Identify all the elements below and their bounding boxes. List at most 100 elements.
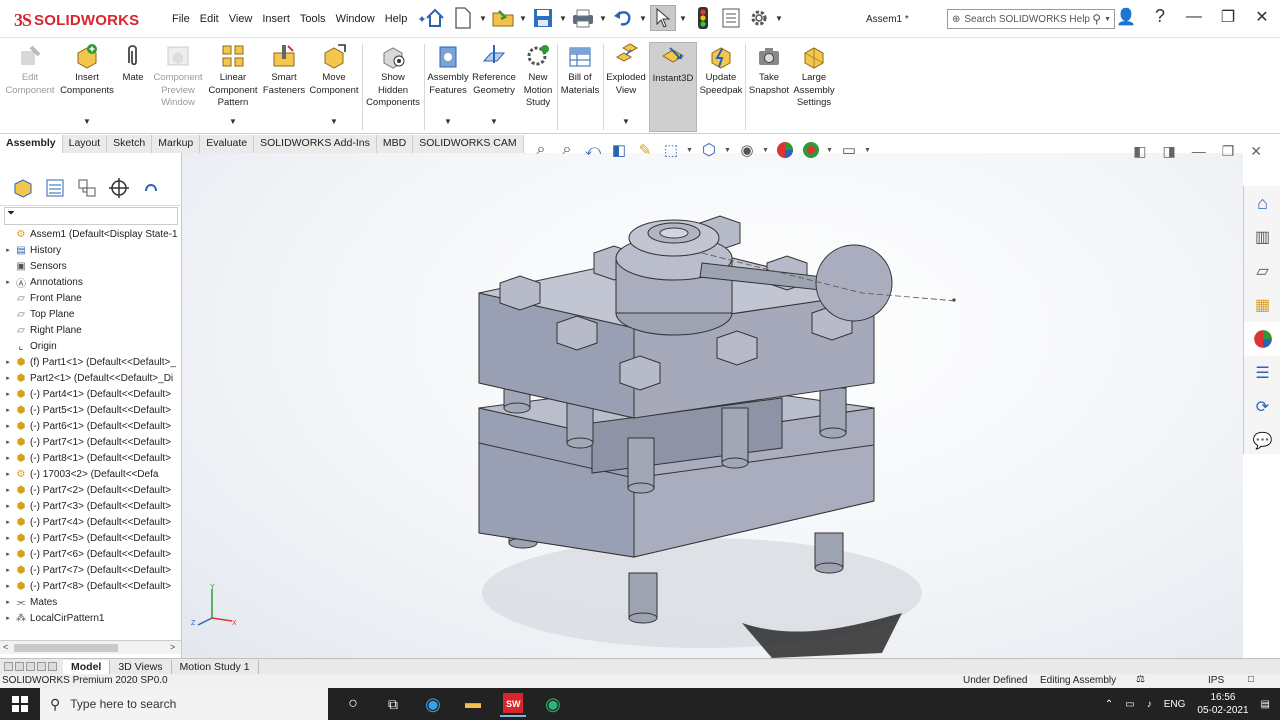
tile-right-icon[interactable]: ◨ <box>1162 143 1175 160</box>
reference-geometry-dropdown-icon[interactable]: ▼ <box>490 116 498 129</box>
tree-node-part[interactable]: ▸ ⬢ (-) Part7<8> (Default<<Default> <box>0 578 181 594</box>
edge-button[interactable]: ◉ <box>420 691 446 717</box>
viewport-close-icon[interactable]: ✕ <box>1250 143 1262 160</box>
clock[interactable]: 16:56 05-02-2021 <box>1197 691 1248 717</box>
tree-expander[interactable]: ▸ <box>4 406 12 414</box>
open-button[interactable] <box>490 5 516 31</box>
minimize-icon[interactable]: — <box>1182 8 1206 26</box>
forum-tab[interactable]: ⟳ <box>1244 390 1280 424</box>
network-icon[interactable]: ▭ <box>1125 699 1134 710</box>
last-tab-icon[interactable] <box>37 662 46 671</box>
appearances-tab[interactable] <box>1244 322 1280 356</box>
scroll-thumb[interactable] <box>14 644 118 652</box>
tree-node-part[interactable]: ▸ ⬢ (-) Part7<7> (Default<<Default> <box>0 562 181 578</box>
chat-icon[interactable]: □ <box>1248 674 1254 685</box>
prev-tab-icon[interactable] <box>15 662 24 671</box>
menu-file[interactable]: File <box>172 13 190 26</box>
community-tab[interactable]: 💬 <box>1244 424 1280 458</box>
tree-expander[interactable]: ▸ <box>4 438 12 446</box>
menu-tools[interactable]: Tools <box>300 13 326 26</box>
large-assembly-settings-button[interactable]: Large Assembly Settings <box>793 42 835 132</box>
search-input[interactable]: Search SOLIDWORKS Help <box>964 14 1092 25</box>
rebuild-status-icon[interactable]: ⚖ <box>1136 674 1145 685</box>
new-motion-study-button[interactable]: New Motion Study <box>518 42 558 132</box>
tab-markup[interactable]: Markup <box>152 135 201 153</box>
tab-mbd[interactable]: MBD <box>376 135 414 153</box>
solidworks-taskbar-button[interactable]: SW <box>500 691 526 717</box>
select-button[interactable] <box>650 5 676 31</box>
display-manager-tab[interactable] <box>138 175 164 201</box>
menu-help[interactable]: Help <box>385 13 408 26</box>
zoom-to-fit-button[interactable]: ⌕ <box>530 139 552 161</box>
tab-evaluate[interactable]: Evaluate <box>200 135 255 153</box>
tree-node-top-plane[interactable]: ▱ Top Plane <box>0 306 181 322</box>
section-view-button[interactable]: ◧ <box>608 139 630 161</box>
tab-addins[interactable]: SOLIDWORKS Add-Ins <box>254 135 377 153</box>
tree-node-part[interactable]: ▸ ⬢ (-) Part7<2> (Default<<Default> <box>0 482 181 498</box>
tree-node-part[interactable]: ▸ ⬢ (-) Part7<1> (Default<<Default> <box>0 434 181 450</box>
first-tab-icon[interactable] <box>4 662 13 671</box>
menu-insert[interactable]: Insert <box>262 13 290 26</box>
tree-node-mates[interactable]: ▸ ⫘ Mates <box>0 594 181 610</box>
tree-node-part[interactable]: ▸ ⬢ (-) Part6<1> (Default<<Default> <box>0 418 181 434</box>
tree-node-pattern[interactable]: ▸ ⁂ LocalCirPattern1 <box>0 610 181 626</box>
exploded-view-dropdown-icon[interactable]: ▼ <box>622 116 630 129</box>
tree-expander[interactable]: ▸ <box>4 358 12 366</box>
hide-show-dropdown-icon[interactable]: ▼ <box>762 147 770 154</box>
tree-filter-input[interactable]: ⏷ <box>4 207 178 225</box>
home-button[interactable] <box>422 5 448 31</box>
graphics-area[interactable] <box>182 153 1243 658</box>
undo-dropdown[interactable]: ▼ <box>638 14 648 23</box>
tab-layout[interactable]: Layout <box>62 135 108 153</box>
linear-pattern-button[interactable]: Linear Component Pattern ▼ <box>206 42 260 132</box>
tree-expander[interactable]: ▸ <box>4 454 12 462</box>
help-search-box[interactable]: ⊕ Search SOLIDWORKS Help ⚲ ▼ <box>947 9 1115 29</box>
save-dropdown[interactable]: ▼ <box>558 14 568 23</box>
configuration-manager-tab[interactable] <box>74 175 100 201</box>
scroll-left-icon[interactable]: < <box>3 642 8 652</box>
tree-node-part[interactable]: ▸ ⬢ (-) Part4<1> (Default<<Default> <box>0 386 181 402</box>
tree-node-annotations[interactable]: ▸ Ⓐ Annotations <box>0 274 181 290</box>
tree-node-part[interactable]: ▸ ⬢ (-) Part7<4> (Default<<Default> <box>0 514 181 530</box>
tree-node-part[interactable]: ▸ ⬢ (-) Part5<1> (Default<<Default> <box>0 402 181 418</box>
options-dropdown[interactable]: ▼ <box>774 14 784 23</box>
tab-cam[interactable]: SOLIDWORKS CAM <box>413 135 524 153</box>
scroll-right-icon[interactable]: > <box>170 642 175 652</box>
tree-expander[interactable]: ▸ <box>4 550 12 558</box>
user-account-icon[interactable]: 👤 <box>1114 7 1138 27</box>
notifications-icon[interactable]: ▤ <box>1261 699 1270 710</box>
tree-expander[interactable]: ▸ <box>4 422 12 430</box>
tree-expander[interactable]: ▸ <box>4 598 12 606</box>
taskbar-search-input[interactable]: Type here to search <box>70 697 176 711</box>
viewport-minimize-icon[interactable]: — <box>1192 143 1206 160</box>
volume-icon[interactable]: ♪ <box>1147 699 1152 710</box>
task-view-button[interactable]: ⧉ <box>380 691 406 717</box>
instant3d-button[interactable]: Instant3D <box>649 42 697 132</box>
tree-expander[interactable]: ▸ <box>4 390 12 398</box>
tab-assembly[interactable]: Assembly <box>0 135 63 153</box>
tree-node-subassembly[interactable]: ▸ ⚙ (-) 17003<2> (Default<<Defa <box>0 466 181 482</box>
restore-icon[interactable]: ❐ <box>1216 7 1240 27</box>
insert-components-dropdown-icon[interactable]: ▼ <box>83 116 91 129</box>
dimxpert-tab[interactable] <box>106 175 132 201</box>
view-palette-tab[interactable]: ▦ <box>1244 288 1280 322</box>
tree-expander[interactable]: ▸ <box>4 582 12 590</box>
keyboard-language[interactable]: ENG <box>1164 699 1186 710</box>
edge-dev-button[interactable]: ◉ <box>540 691 566 717</box>
tree-node-sensors[interactable]: ▣ Sensors <box>0 258 181 274</box>
zoom-area-button[interactable]: ⌕ <box>556 139 578 161</box>
move-component-button[interactable]: Move Component ▼ <box>308 42 360 132</box>
tree-node-part[interactable]: ▸ ⬢ (-) Part8<1> (Default<<Default> <box>0 450 181 466</box>
tile-left-icon[interactable]: ◧ <box>1133 143 1146 160</box>
undo-button[interactable] <box>610 5 636 31</box>
units-selector[interactable]: IPS <box>1208 675 1224 686</box>
new-dropdown[interactable]: ▼ <box>478 14 488 23</box>
assembly-model[interactable] <box>182 153 1243 658</box>
tree-node-part[interactable]: ▸ ⬢ (-) Part7<5> (Default<<Default> <box>0 530 181 546</box>
solidworks-resources-tab[interactable]: ⌂ <box>1244 186 1280 220</box>
take-snapshot-button[interactable]: Take Snapshot <box>747 42 791 132</box>
file-explorer-tab[interactable]: ▱ <box>1244 254 1280 288</box>
help-question-icon[interactable]: ? <box>1148 6 1172 27</box>
tree-node-part[interactable]: ▸ ⬢ (-) Part7<3> (Default<<Default> <box>0 498 181 514</box>
tree-expander[interactable]: ▸ <box>4 566 12 574</box>
